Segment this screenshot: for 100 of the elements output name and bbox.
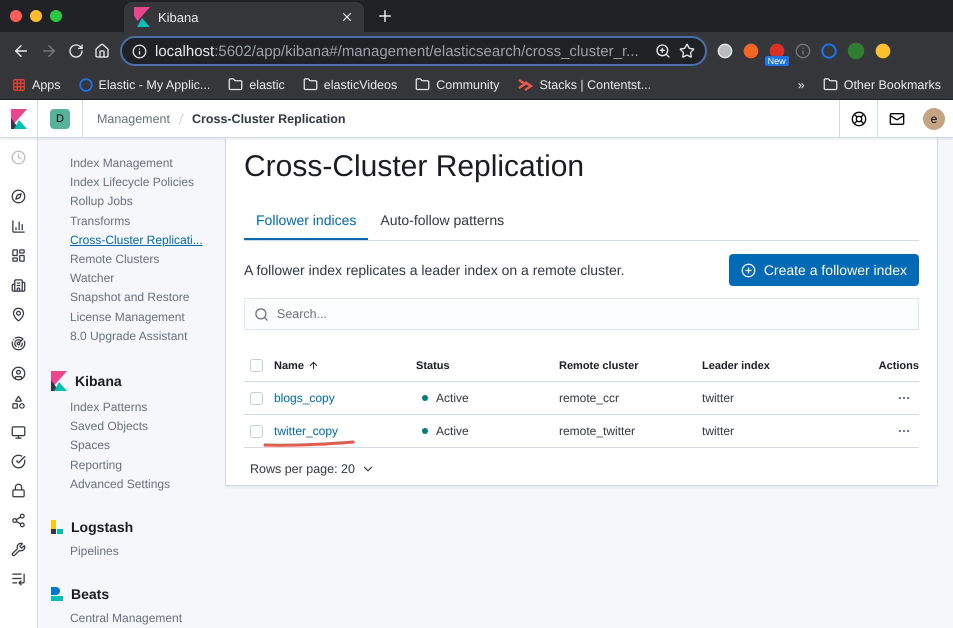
extension-icon[interactable] xyxy=(874,43,891,59)
sidebar-item[interactable]: Transforms xyxy=(51,212,225,231)
sidebar-item[interactable]: Advanced Settings xyxy=(51,474,225,494)
section-title: Logstash xyxy=(71,519,134,536)
index-link[interactable]: blogs_copy xyxy=(274,391,335,405)
sidebar-item[interactable]: Remote Clusters xyxy=(51,250,225,270)
minimize-window-button[interactable] xyxy=(30,10,42,22)
bookmark[interactable]: Community xyxy=(415,77,500,92)
dashboard-icon[interactable] xyxy=(11,248,26,264)
table-cell-text: twitter xyxy=(702,391,736,405)
status-text: Active xyxy=(436,424,469,438)
beats-logo-icon xyxy=(51,587,63,602)
rows-per-page-button[interactable]: Rows per page: 20 xyxy=(244,462,381,476)
row-checkbox[interactable] xyxy=(250,424,263,438)
bookmark[interactable]: Apps xyxy=(12,78,60,92)
bookmark[interactable]: Stacks | Contentst... xyxy=(517,78,652,92)
bookmark[interactable]: elasticVideos xyxy=(302,77,398,92)
table-cell-text: twitter xyxy=(702,424,736,438)
tab[interactable]: Follower indices xyxy=(244,200,368,240)
sidebar-item[interactable]: Watcher xyxy=(51,269,225,288)
apps-grid-icon xyxy=(12,78,26,92)
compass-icon[interactable] xyxy=(11,189,26,204)
status-text: Active xyxy=(436,391,469,405)
tab[interactable]: Auto-follow patterns xyxy=(368,200,516,240)
search-field[interactable]: Search... xyxy=(244,298,919,330)
browser-tab[interactable]: Kibana xyxy=(124,2,364,32)
address-bar[interactable]: localhost:5602/app/kibana#/management/elasticsearch/cross_cluster_r... xyxy=(120,36,707,66)
column-header[interactable]: Leader index xyxy=(702,360,822,372)
home-icon[interactable] xyxy=(94,43,110,59)
search-icon xyxy=(254,307,269,322)
sidebar-item[interactable]: Spaces xyxy=(51,436,225,456)
stacks-logo-icon xyxy=(517,78,534,92)
sidebar-item[interactable]: Pipelines xyxy=(51,542,225,562)
breadcrumb[interactable]: Management xyxy=(97,112,170,126)
forward-icon[interactable] xyxy=(40,42,58,60)
zoom-icon[interactable] xyxy=(654,43,671,59)
sidebar-item[interactable]: Saved Objects xyxy=(51,417,225,436)
building-icon[interactable] xyxy=(11,278,26,293)
sidebar-item[interactable]: 8.0 Upgrade Assistant xyxy=(51,326,225,346)
index-link[interactable]: twitter_copy xyxy=(274,424,338,438)
description: A follower index replicates a leader index on a remote cluster. xyxy=(244,262,625,278)
logstash-logo-icon xyxy=(51,520,63,534)
new-badge: New xyxy=(764,56,789,66)
close-window-button[interactable] xyxy=(10,10,22,22)
kibana-logo-icon xyxy=(10,108,26,128)
ring-icon xyxy=(78,78,92,92)
sidebar-item[interactable]: Reporting xyxy=(51,456,225,475)
shapes-icon[interactable] xyxy=(11,395,26,410)
kibana-logo-icon xyxy=(51,371,67,392)
page-title: Cross-Cluster Replication xyxy=(244,150,586,185)
collapse-menu-icon[interactable] xyxy=(11,571,26,586)
folder-icon xyxy=(228,77,244,92)
sidebar-item[interactable]: License Management xyxy=(51,308,225,327)
column-header[interactable]: Status xyxy=(416,360,559,372)
column-header[interactable]: Actions xyxy=(822,360,919,372)
monitor-icon[interactable] xyxy=(11,424,26,440)
help-icon[interactable] xyxy=(850,110,866,126)
sidebar-item[interactable]: Index Patterns xyxy=(51,398,225,418)
bookmark[interactable]: Elastic - My Applic... xyxy=(78,78,210,92)
sidebar-item[interactable]: Central Management xyxy=(51,609,225,628)
wrench-icon[interactable] xyxy=(11,542,26,558)
lock-icon[interactable] xyxy=(11,483,26,498)
table-cell-text: remote_twitter xyxy=(559,424,636,438)
sidebar-item[interactable]: Index Management xyxy=(51,154,225,174)
close-tab-icon[interactable] xyxy=(340,10,354,24)
select-all-checkbox[interactable] xyxy=(250,359,263,372)
sidebar-item[interactable]: Rollup Jobs xyxy=(51,192,225,212)
tab-logo-icon xyxy=(134,7,150,27)
sidebar-item[interactable]: Snapshot and Restore xyxy=(51,288,225,308)
chart-icon[interactable] xyxy=(11,218,26,234)
section-title: Beats xyxy=(71,586,110,602)
check-circle-icon[interactable] xyxy=(11,454,26,469)
breadcrumb: Cross-Cluster Replication xyxy=(192,112,346,126)
user-avatar[interactable]: e xyxy=(923,108,945,130)
column-header[interactable]: Remote cluster xyxy=(559,360,702,372)
create-follower-button[interactable]: Create a follower index xyxy=(728,254,919,286)
sidebar-item[interactable]: Index Lifecycle Policies xyxy=(51,173,225,192)
info-icon xyxy=(132,44,147,58)
map-pin-icon[interactable] xyxy=(11,306,26,322)
section-title: Kibana xyxy=(75,373,122,390)
radar-icon[interactable] xyxy=(11,336,26,352)
reload-icon[interactable] xyxy=(68,43,84,59)
column-header[interactable]: Name xyxy=(274,360,416,372)
folder-icon xyxy=(415,77,430,92)
zoom-window-button[interactable] xyxy=(50,10,62,22)
sidebar-item[interactable]: Cross-Cluster Replicati... xyxy=(51,230,225,250)
bookmarks-overflow[interactable]: » xyxy=(798,78,805,92)
bookmark[interactable]: elastic xyxy=(228,77,285,92)
back-icon[interactable] xyxy=(12,42,30,60)
row-checkbox[interactable] xyxy=(250,392,263,404)
network-icon[interactable] xyxy=(11,512,26,528)
space-avatar[interactable]: D xyxy=(50,108,70,128)
mail-icon[interactable] xyxy=(888,110,904,126)
folder-icon xyxy=(302,77,318,92)
other-bookmarks[interactable]: Other Bookmarks xyxy=(822,77,941,92)
new-tab-icon[interactable] xyxy=(376,7,394,25)
breadcrumb-separator-icon xyxy=(178,112,184,124)
folder-icon xyxy=(822,77,838,92)
user-icon[interactable] xyxy=(11,366,26,381)
star-icon[interactable] xyxy=(678,43,695,59)
